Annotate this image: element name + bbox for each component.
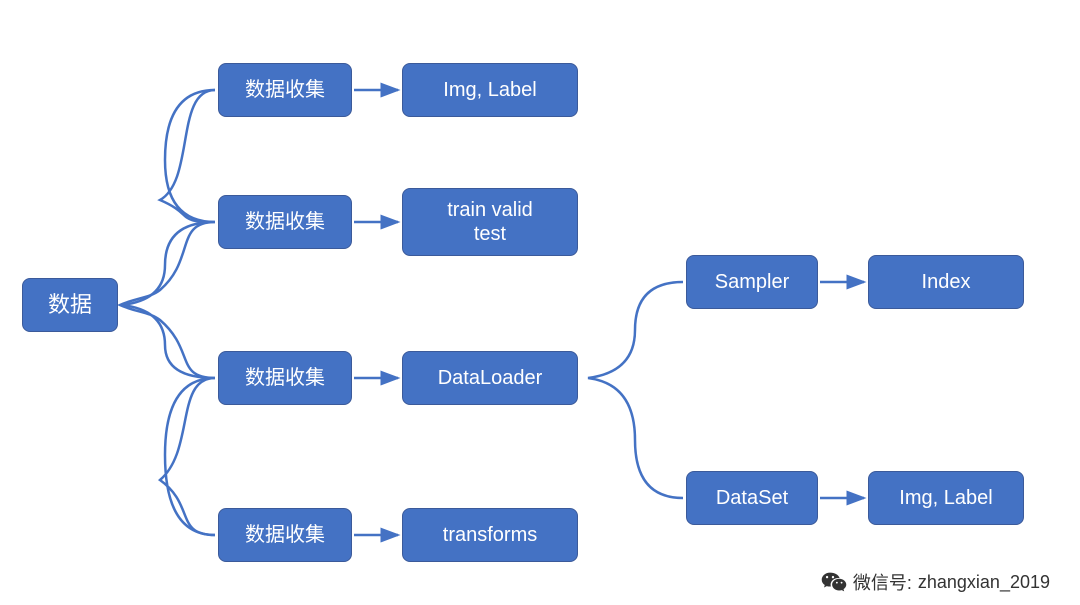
node-root: 数据 xyxy=(22,278,118,332)
node-l2-a-label: 数据收集 xyxy=(245,78,325,102)
node-leaf-a-label: Img, Label xyxy=(443,78,536,102)
node-sampler-leaf: Index xyxy=(868,255,1024,309)
node-l2-c-label: 数据收集 xyxy=(245,366,325,390)
node-leaf-a: Img, Label xyxy=(402,63,578,117)
wechat-icon xyxy=(821,570,847,594)
node-leaf-b: train valid test xyxy=(402,188,578,256)
node-sampler-leaf-label: Index xyxy=(922,270,971,294)
node-leaf-d-label: transforms xyxy=(443,523,537,547)
brace-dataloader xyxy=(588,282,683,498)
watermark-prefix: 微信号: xyxy=(853,569,912,595)
node-root-label: 数据 xyxy=(48,292,92,318)
node-leaf-d: transforms xyxy=(402,508,578,562)
node-l2-a: 数据收集 xyxy=(218,63,352,117)
node-l2-d-label: 数据收集 xyxy=(245,523,325,547)
brace-root xyxy=(120,90,215,535)
node-l2-b-label: 数据收集 xyxy=(245,210,325,234)
watermark-handle: zhangxian_2019 xyxy=(918,572,1050,593)
node-leaf-b-label: train valid test xyxy=(447,198,533,246)
node-l2-b: 数据收集 xyxy=(218,195,352,249)
node-leaf-c: DataLoader xyxy=(402,351,578,405)
node-dataset-leaf-label: Img, Label xyxy=(899,486,992,510)
node-dataset-label: DataSet xyxy=(716,486,788,510)
watermark: 微信号: zhangxian_2019 xyxy=(821,569,1050,595)
node-leaf-c-label: DataLoader xyxy=(438,366,543,390)
node-dataset: DataSet xyxy=(686,471,818,525)
node-l2-d: 数据收集 xyxy=(218,508,352,562)
node-dataset-leaf: Img, Label xyxy=(868,471,1024,525)
brace-root-shape xyxy=(122,90,215,535)
node-l2-c: 数据收集 xyxy=(218,351,352,405)
node-sampler-label: Sampler xyxy=(715,270,789,294)
node-sampler: Sampler xyxy=(686,255,818,309)
